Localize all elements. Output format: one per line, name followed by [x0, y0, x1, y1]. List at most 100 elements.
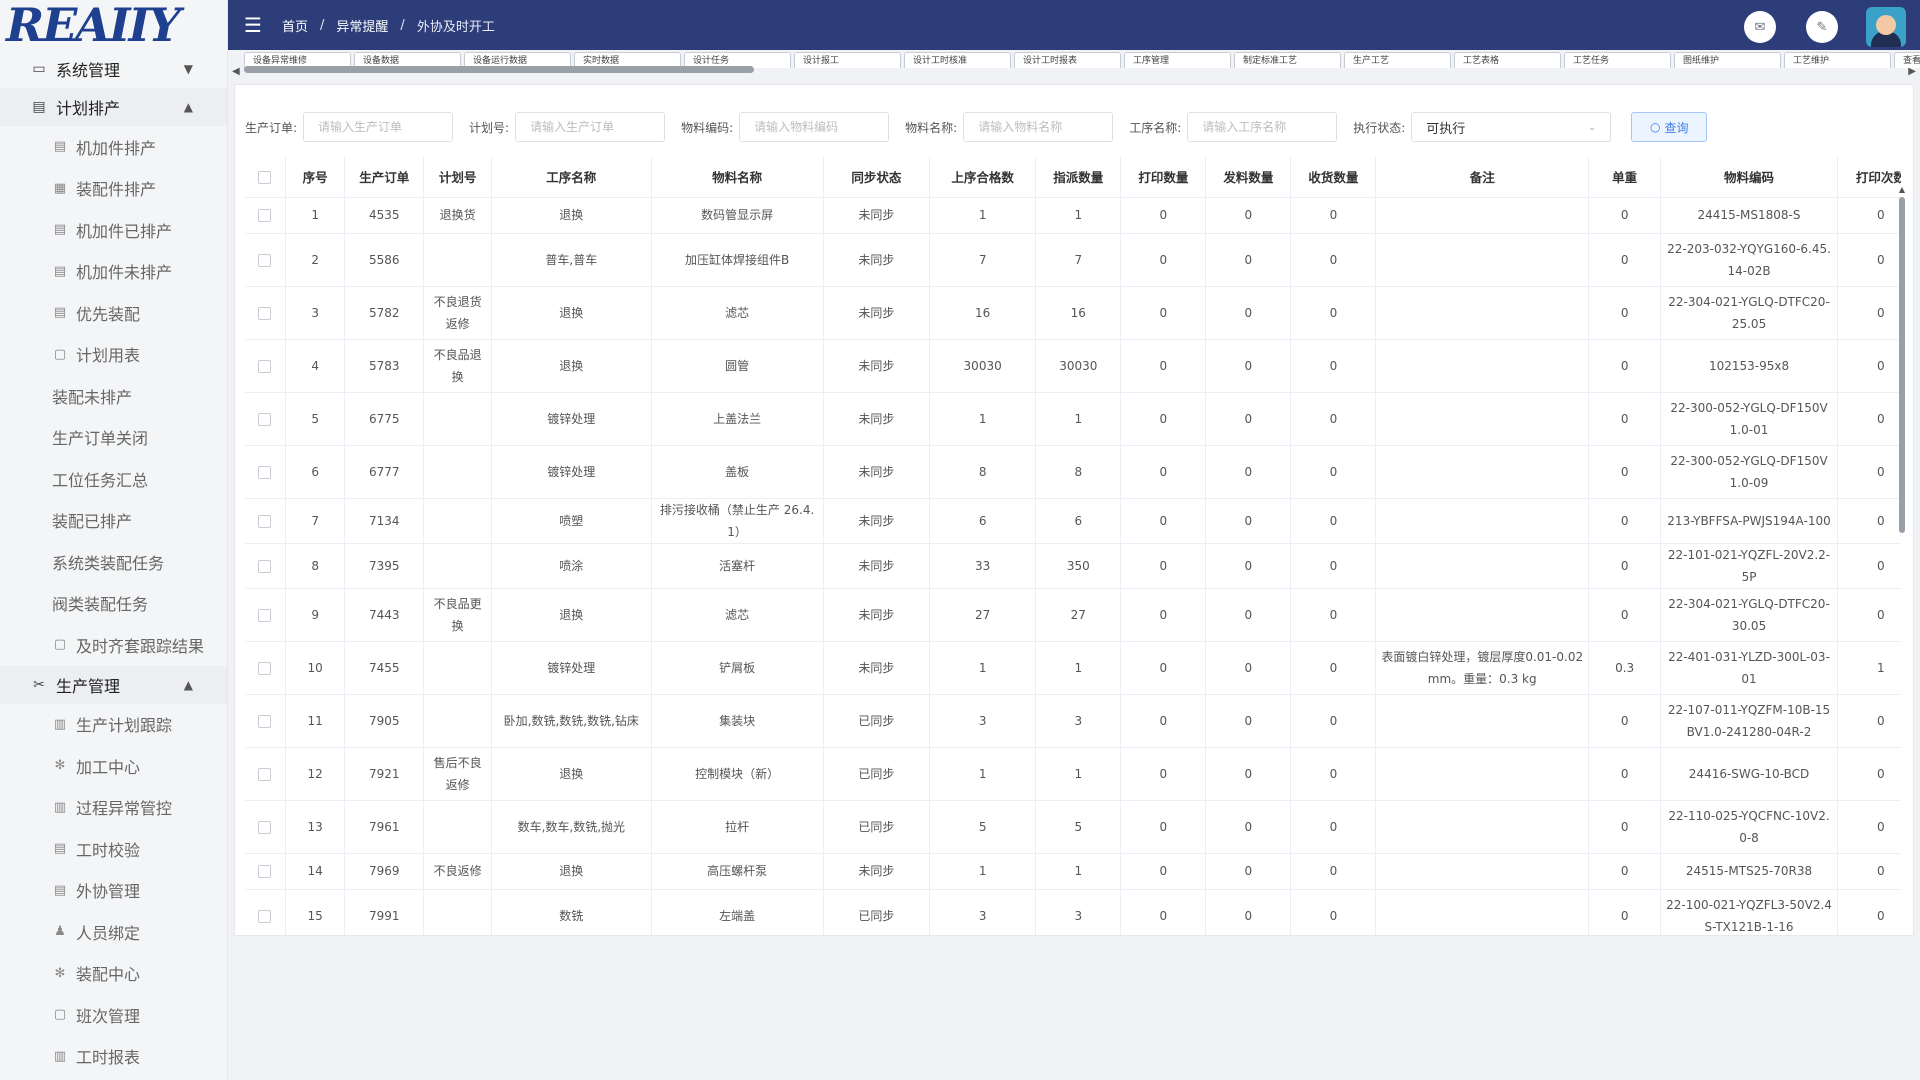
page-tab[interactable]: 工艺表格: [1454, 52, 1561, 68]
table-cell: 3: [929, 889, 1037, 935]
row-checkbox[interactable]: [258, 514, 272, 528]
table-cell: 0: [1290, 233, 1377, 287]
table-row[interactable]: 7 7134 喷塑 排污接收桶（禁止生产 26.4.1） 未同步 6 6 0 0 0 0 213-YB…: [245, 498, 1901, 544]
sidebar-item[interactable]: ▤ 优先装配: [0, 292, 227, 334]
chevron-up-icon: ▲: [183, 100, 193, 114]
sidebar-item[interactable]: ▢ 计划用表: [0, 334, 227, 376]
sidebar-item[interactable]: 阀类装配任务: [0, 583, 227, 625]
table-cell: 0: [1205, 339, 1292, 393]
page-tab[interactable]: 查看图纸: [1894, 52, 1920, 68]
table-cell: [423, 498, 493, 544]
avatar[interactable]: [1866, 7, 1906, 47]
table-cell: 24416-SWG-10-BCD: [1660, 747, 1838, 801]
table-row[interactable]: 4 5783 不良品退换 退换 圆管 未同步 30030 30030 0 0 0 0 102153-95…: [245, 339, 1901, 393]
table-cell: 0: [1290, 889, 1377, 935]
sidebar-item[interactable]: ▥ 过程异常管控: [0, 787, 227, 829]
row-checkbox[interactable]: [258, 359, 272, 373]
table-row[interactable]: 6 6777 镀锌处理 盖板 未同步 8 8 0 0 0 0 22-300-052-YGLQ-DF15…: [245, 445, 1901, 499]
row-checkbox[interactable]: [258, 608, 272, 622]
table-row[interactable]: 10 7455 镀锌处理 铲屑板 未同步 1 1 0 0 0 表面镀白锌处理，镀层厚度0.01-0.…: [245, 641, 1901, 695]
mail-icon[interactable]: ✉: [1744, 11, 1776, 43]
process-name-input[interactable]: [1187, 112, 1338, 142]
row-checkbox[interactable]: [258, 714, 272, 728]
table-row[interactable]: 9 7443 不良品更换 退换 滤芯 未同步 27 27 0 0 0 0 22-304-021-YGLQ…: [245, 588, 1901, 642]
sidebar-group[interactable]: ▭ 系统管理 ▼: [0, 50, 227, 88]
table-row[interactable]: 15 7991 数铣 左端盖 已同步 3 3 0 0 0 0 22-100-021-YQZFL3-50…: [245, 889, 1901, 935]
table-row[interactable]: 11 7905 卧加,数铣,数铣,数铣,钻床 集装块 已同步 3 3 0 0 0 0 22-107-0…: [245, 694, 1901, 748]
row-checkbox[interactable]: [258, 767, 272, 781]
column-header: 上序合格数: [929, 157, 1037, 198]
page-tab[interactable]: 设计工时报表: [1014, 52, 1121, 68]
plan-input[interactable]: [515, 112, 666, 142]
query-button[interactable]: ○ 查询: [1631, 112, 1708, 142]
page-tab[interactable]: 设计报工: [794, 52, 901, 68]
row-checkbox[interactable]: [258, 909, 272, 923]
sidebar-item[interactable]: ✻ 装配中心: [0, 953, 227, 995]
table-row[interactable]: 3 5782 不良退货返修 退换 滤芯 未同步 16 16 0 0 0 0 22-304-021-YGL…: [245, 286, 1901, 340]
sidebar-item[interactable]: 系统类装配任务: [0, 541, 227, 583]
sidebar-item[interactable]: ▢ 及时齐套跟踪结果: [0, 624, 227, 666]
sidebar-item[interactable]: ▢ 班次管理: [0, 994, 227, 1036]
row-checkbox[interactable]: [258, 661, 272, 675]
select-all-checkbox[interactable]: [258, 171, 272, 185]
table-row[interactable]: 12 7921 售后不良返修 退换 控制模块（新） 已同步 1 1 0 0 0 0 24416-SWG-…: [245, 747, 1901, 801]
row-checkbox[interactable]: [258, 412, 272, 426]
sidebar-item[interactable]: ▤ 机加件已排产: [0, 209, 227, 251]
row-checkbox[interactable]: [258, 253, 272, 267]
table-cell: 售后不良返修: [423, 747, 493, 801]
breadcrumb-alerts[interactable]: 异常提醒: [336, 16, 388, 35]
hamburger-icon[interactable]: ☰: [244, 13, 264, 37]
table-scrollbar[interactable]: [1899, 197, 1905, 533]
order-input[interactable]: [303, 112, 454, 142]
row-checkbox[interactable]: [258, 209, 272, 222]
sidebar-item[interactable]: 装配未排产: [0, 375, 227, 417]
row-checkbox[interactable]: [258, 465, 272, 479]
table-cell: 0: [1205, 498, 1292, 544]
sidebar-item[interactable]: ▤ 工时校验: [0, 828, 227, 870]
sidebar-item[interactable]: ✻ 加工中心: [0, 745, 227, 787]
sidebar-item[interactable]: 装配已排产: [0, 500, 227, 542]
table-row[interactable]: 13 7961 数车,数车,数铣,抛光 拉杆 已同步 5 5 0 0 0 0 22-110-025-Y…: [245, 800, 1901, 854]
sidebar-group[interactable]: ✂ 生产管理 ▲: [0, 665, 227, 704]
sidebar-item[interactable]: ♟ 人员绑定: [0, 911, 227, 953]
sidebar-item[interactable]: 生产订单关闭: [0, 417, 227, 459]
page-tab[interactable]: 制定标准工艺: [1234, 52, 1341, 68]
material-name-input[interactable]: [963, 112, 1114, 142]
sidebar-item[interactable]: ▤ 外协管理: [0, 870, 227, 912]
page-tab[interactable]: 生产工艺: [1344, 52, 1451, 68]
sidebar-item[interactable]: 工位任务汇总: [0, 458, 227, 500]
page-tab[interactable]: 设计工时核准: [904, 52, 1011, 68]
table-cell: 5: [285, 392, 346, 446]
sidebar-group[interactable]: ▤ 计划排产 ▲: [0, 88, 227, 126]
edit-icon[interactable]: ✎: [1806, 11, 1838, 43]
table-row[interactable]: 14 7969 不良返修 退换 高压螺杆泵 未同步 1 1 0 0 0 0 24515-MTS25-70…: [245, 853, 1901, 890]
scroll-up-icon[interactable]: ▲: [1899, 185, 1905, 194]
row-checkbox[interactable]: [258, 559, 272, 573]
page-tab[interactable]: 工序管理: [1124, 52, 1231, 68]
row-checkbox[interactable]: [258, 306, 272, 320]
page-tab[interactable]: 图纸维护: [1674, 52, 1781, 68]
page-tab[interactable]: 工艺维护: [1784, 52, 1891, 68]
sidebar-item[interactable]: ▦ 装配件排产: [0, 168, 227, 210]
status-select[interactable]: 可执行 ⌄: [1411, 112, 1612, 142]
table-cell: 圆管: [651, 339, 824, 393]
scroll-right-icon[interactable]: ▶: [1908, 66, 1916, 77]
sidebar-item[interactable]: ▥ 工时报表: [0, 1036, 227, 1078]
sidebar-item[interactable]: ▤ 机加件未排产: [0, 251, 227, 293]
row-checkbox[interactable]: [258, 865, 272, 878]
sidebar-item[interactable]: ▥ 生产计划跟踪: [0, 704, 227, 746]
scroll-left-icon[interactable]: ◀: [232, 66, 240, 77]
table-cell: [1375, 747, 1590, 801]
tabs-scrollbar[interactable]: [244, 66, 754, 73]
table-row[interactable]: 5 6775 镀锌处理 上盖法兰 未同步 1 1 0 0 0 0 22-300-052-YGLQ-DF…: [245, 392, 1901, 446]
row-checkbox[interactable]: [258, 820, 272, 834]
sidebar-item[interactable]: ▤ 机加件排产: [0, 126, 227, 168]
page-tab[interactable]: 工艺任务: [1564, 52, 1671, 68]
material-code-input[interactable]: [739, 112, 890, 142]
sidebar: REAIIY ▭ 系统管理 ▼ ▤ 计划排产 ▲ ▤ 机加件排产 ▦ 装配件排产 ▤ 机加件已排产 ▤ 机…: [0, 0, 228, 1080]
table-row[interactable]: 1 4535 退换货 退换 数码管显示屏 未同步 1 1 0 0 0 0 24415-MS1808-S 0: [245, 197, 1901, 234]
table-row[interactable]: 8 7395 喷涂 活塞杆 未同步 33 350 0 0 0 0 22-101-021-YQZFL-2…: [245, 543, 1901, 589]
breadcrumb-home[interactable]: 首页: [282, 16, 308, 35]
table-cell: 退换: [491, 853, 652, 890]
table-row[interactable]: 2 5586 普车,普车 加压缸体焊接组件B 未同步 7 7 0 0 0 0 22-203-032-Y…: [245, 233, 1901, 287]
